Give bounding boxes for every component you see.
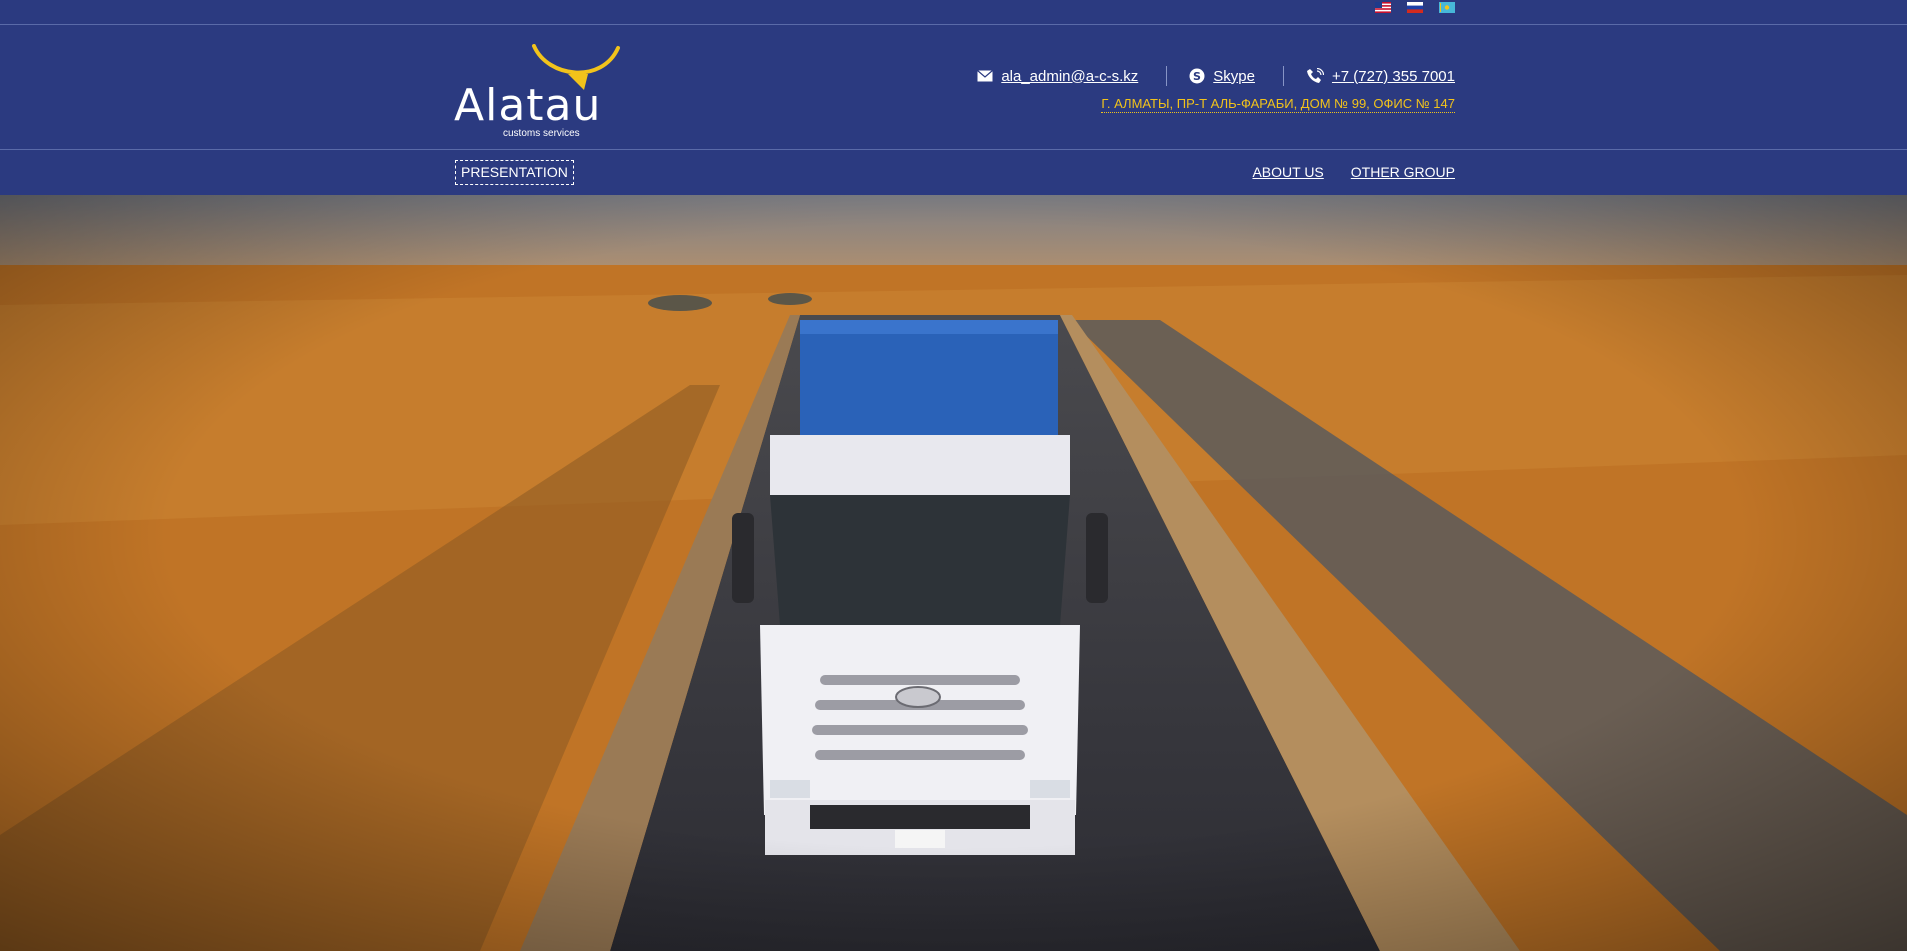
flag-kz-icon[interactable] <box>1439 2 1455 13</box>
hero-banner <box>0 195 1907 951</box>
language-switcher <box>1375 2 1455 13</box>
logo-subtitle: customs services <box>503 128 580 139</box>
main-navigation: PRESENTATION ABOUT US OTHER GROUP <box>0 150 1907 195</box>
truck-desert-hero-image <box>0 195 1907 951</box>
phone-link[interactable]: +7 (727) 355 7001 <box>1332 68 1455 85</box>
contact-bar: ala_admin@a-c-s.kz S Skype +7 (727) 355 … <box>977 66 1455 86</box>
alatau-logo[interactable]: Alatau customs services <box>454 44 634 139</box>
envelope-icon <box>977 70 994 82</box>
skype-link[interactable]: Skype <box>1213 68 1255 85</box>
nav-about-us[interactable]: ABOUT US <box>1252 164 1323 180</box>
nav-links: ABOUT US OTHER GROUP <box>1252 164 1455 180</box>
language-bar <box>0 0 1907 25</box>
skype-icon: S <box>1189 68 1205 84</box>
nav-other-group[interactable]: OTHER GROUP <box>1351 164 1455 180</box>
phone-contact[interactable]: +7 (727) 355 7001 <box>1306 68 1455 85</box>
flag-us-icon[interactable] <box>1375 2 1391 13</box>
svg-text:S: S <box>1193 70 1201 83</box>
presentation-button[interactable]: PRESENTATION <box>455 160 574 185</box>
contact-divider <box>1166 66 1168 86</box>
skype-contact[interactable]: S Skype <box>1189 68 1255 85</box>
phone-icon <box>1306 68 1324 83</box>
site-header: Alatau customs services ala_admin@a-c-s.… <box>0 26 1907 150</box>
email-contact[interactable]: ala_admin@a-c-s.kz <box>977 68 1138 85</box>
email-link[interactable]: ala_admin@a-c-s.kz <box>1001 68 1138 85</box>
contact-divider <box>1282 66 1284 86</box>
office-address[interactable]: Г. АЛМАТЫ, ПР-Т АЛЬ-ФАРАБИ, ДОМ № 99, ОФ… <box>1101 96 1455 113</box>
logo-wordmark: Alatau <box>454 80 602 131</box>
flag-ru-icon[interactable] <box>1407 2 1423 13</box>
